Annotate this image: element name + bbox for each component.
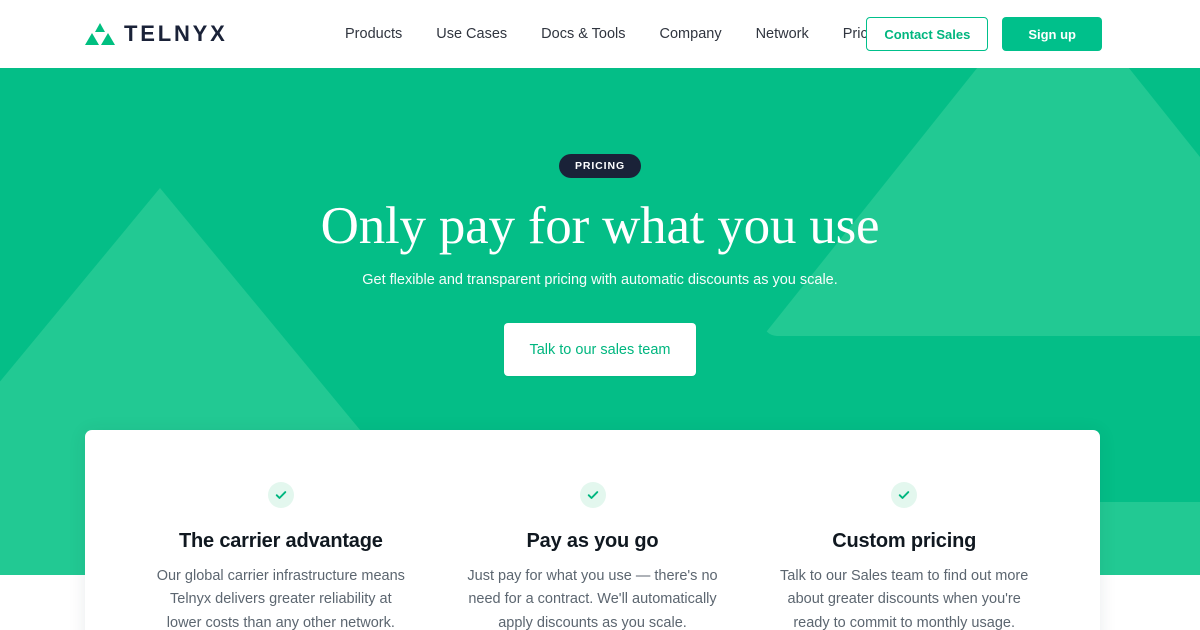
- nav-item-products[interactable]: Products: [345, 26, 402, 42]
- logo-triangle-bottom-left: [85, 33, 99, 45]
- feature-title: Custom pricing: [832, 530, 977, 552]
- feature-title: Pay as you go: [526, 530, 659, 552]
- page-title: Only pay for what you use: [320, 197, 880, 255]
- site-header: TELNYX Products Use Cases Docs & Tools C…: [0, 0, 1200, 68]
- contact-sales-button[interactable]: Contact Sales: [866, 17, 989, 51]
- logo-triangle-top: [94, 23, 105, 32]
- telnyx-triangles-logo-icon: [85, 23, 115, 45]
- check-icon: [267, 482, 294, 508]
- nav-item-docs-tools[interactable]: Docs & Tools: [541, 26, 625, 42]
- feature-custom-pricing: Custom pricing Talk to our Sales team to…: [748, 482, 1060, 630]
- nav-item-network[interactable]: Network: [756, 26, 809, 42]
- features-card: The carrier advantage Our global carrier…: [85, 430, 1100, 630]
- nav-item-company[interactable]: Company: [660, 26, 722, 42]
- check-icon: [891, 482, 918, 508]
- header-actions: Contact Sales Sign up: [866, 17, 1102, 51]
- main-navigation: Products Use Cases Docs & Tools Company …: [345, 26, 887, 42]
- logo-wordmark: TELNYX: [124, 21, 228, 46]
- pricing-landing-page: TELNYX Products Use Cases Docs & Tools C…: [0, 0, 1200, 630]
- feature-description: Just pay for what you use — there's no n…: [467, 568, 718, 630]
- sign-up-button[interactable]: Sign up: [1002, 17, 1102, 51]
- feature-carrier-advantage: The carrier advantage Our global carrier…: [125, 482, 437, 630]
- feature-pay-as-you-go: Pay as you go Just pay for what you use …: [437, 482, 749, 630]
- hero-subtitle: Get flexible and transparent pricing wit…: [362, 272, 838, 289]
- feature-description: Our global carrier infrastructure means …: [156, 568, 405, 630]
- feature-title: The carrier advantage: [179, 530, 383, 552]
- nav-item-use-cases[interactable]: Use Cases: [436, 26, 507, 42]
- telnyx-logo[interactable]: TELNYX: [85, 23, 228, 45]
- talk-to-sales-button[interactable]: Talk to our sales team: [504, 323, 696, 377]
- check-icon: [579, 482, 606, 508]
- feature-description: Talk to our Sales team to find out more …: [780, 568, 1029, 630]
- pricing-badge: PRICING: [558, 154, 642, 178]
- logo-triangle-bottom-right: [101, 33, 115, 45]
